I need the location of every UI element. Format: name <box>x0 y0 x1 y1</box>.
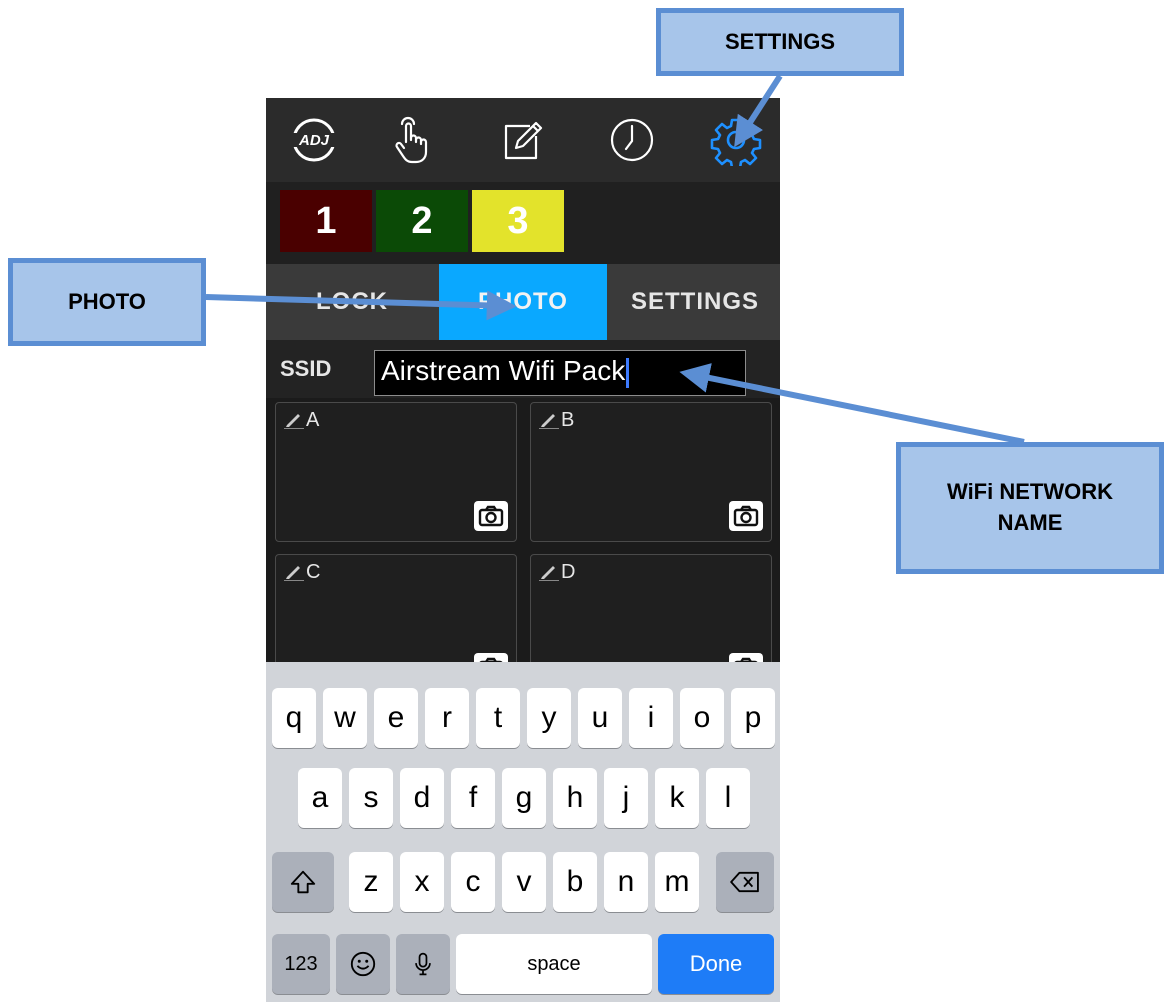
photo-callout-text: PHOTO <box>68 288 146 314</box>
key-a[interactable]: a <box>298 768 342 828</box>
camera-icon[interactable] <box>729 501 763 531</box>
key-k[interactable]: k <box>655 768 699 828</box>
pencil-icon <box>539 565 559 581</box>
key-o[interactable]: o <box>680 688 724 748</box>
key-w[interactable]: w <box>323 688 367 748</box>
wifi-callout-line2: NAME <box>997 510 1063 535</box>
preset-2-button[interactable]: 2 <box>376 190 468 252</box>
microphone-key[interactable] <box>396 934 450 994</box>
backspace-icon <box>730 871 759 893</box>
photo-callout: PHOTO <box>8 258 206 346</box>
photo-slot-label: D <box>539 561 575 584</box>
emoji-key[interactable] <box>336 934 390 994</box>
touch-icon[interactable] <box>380 110 440 170</box>
wifi-callout-line1: WiFi NETWORK <box>947 479 1113 505</box>
photo-slot-b[interactable]: B <box>530 402 772 542</box>
gear-icon[interactable] <box>706 110 766 170</box>
tab-photo[interactable]: PHOTO <box>439 264 607 340</box>
key-i[interactable]: i <box>629 688 673 748</box>
shift-icon <box>290 870 316 894</box>
top-nav-bar: ADJ <box>266 98 780 182</box>
key-m[interactable]: m <box>655 852 699 912</box>
key-q[interactable]: q <box>272 688 316 748</box>
key-v[interactable]: v <box>502 852 546 912</box>
photo-slot-name: D <box>561 561 576 583</box>
key-p[interactable]: p <box>731 688 775 748</box>
emoji-icon <box>350 951 376 977</box>
shift-key[interactable] <box>272 852 334 912</box>
phone-screen: ADJ 1 2 3 LOCK PHOTO SETTINGS SSID Airst… <box>266 98 780 1002</box>
key-d[interactable]: d <box>400 768 444 828</box>
key-h[interactable]: h <box>553 768 597 828</box>
key-e[interactable]: e <box>374 688 418 748</box>
ssid-label: SSID <box>280 356 332 381</box>
photo-slot-name: A <box>306 409 320 431</box>
ssid-value: Airstream Wifi Pack <box>381 355 626 386</box>
key-c[interactable]: c <box>451 852 495 912</box>
photo-slot-label: B <box>539 409 574 432</box>
key-u[interactable]: u <box>578 688 622 748</box>
key-s[interactable]: s <box>349 768 393 828</box>
clock-icon[interactable] <box>602 110 662 170</box>
key-x[interactable]: x <box>400 852 444 912</box>
adj-logo-text: ADJ <box>298 132 330 149</box>
key-b[interactable]: b <box>553 852 597 912</box>
ssid-input[interactable]: Airstream Wifi Pack <box>374 350 746 396</box>
preset-bar: 1 2 3 <box>266 182 780 264</box>
adj-logo-icon[interactable]: ADJ <box>284 110 344 170</box>
numbers-key[interactable]: 123 <box>272 934 330 994</box>
key-g[interactable]: g <box>502 768 546 828</box>
tab-settings[interactable]: SETTINGS <box>610 264 780 340</box>
backspace-key[interactable] <box>716 852 774 912</box>
photo-slot-label: C <box>284 561 320 584</box>
settings-callout-text: SETTINGS <box>724 28 835 54</box>
ssid-row: SSID Airstream Wifi Pack <box>266 340 780 398</box>
tab-bar: LOCK PHOTO SETTINGS <box>266 264 780 340</box>
key-t[interactable]: t <box>476 688 520 748</box>
space-key[interactable]: space <box>456 934 652 994</box>
photo-slot-name: B <box>561 409 575 431</box>
key-l[interactable]: l <box>706 768 750 828</box>
pencil-icon <box>284 565 304 581</box>
pencil-icon <box>539 413 559 429</box>
preset-1-button[interactable]: 1 <box>280 190 372 252</box>
wifi-network-name-callout: WiFi NETWORK NAME <box>896 442 1164 574</box>
microphone-icon <box>415 952 431 976</box>
text-caret <box>626 357 630 388</box>
done-key[interactable]: Done <box>658 934 774 994</box>
edit-icon[interactable] <box>492 110 552 170</box>
photo-slot-a[interactable]: A <box>275 402 517 542</box>
camera-icon[interactable] <box>474 501 508 531</box>
pencil-icon <box>284 413 304 429</box>
photo-slot-label: A <box>284 409 319 432</box>
key-j[interactable]: j <box>604 768 648 828</box>
key-n[interactable]: n <box>604 852 648 912</box>
settings-callout: SETTINGS <box>656 8 904 76</box>
key-z[interactable]: z <box>349 852 393 912</box>
on-screen-keyboard: q w e r t y u i o p a s d f g h j k l z … <box>266 662 780 1002</box>
photo-slot-name: C <box>306 561 321 583</box>
key-r[interactable]: r <box>425 688 469 748</box>
tab-lock[interactable]: LOCK <box>266 264 438 340</box>
preset-3-button[interactable]: 3 <box>472 190 564 252</box>
key-y[interactable]: y <box>527 688 571 748</box>
key-f[interactable]: f <box>451 768 495 828</box>
